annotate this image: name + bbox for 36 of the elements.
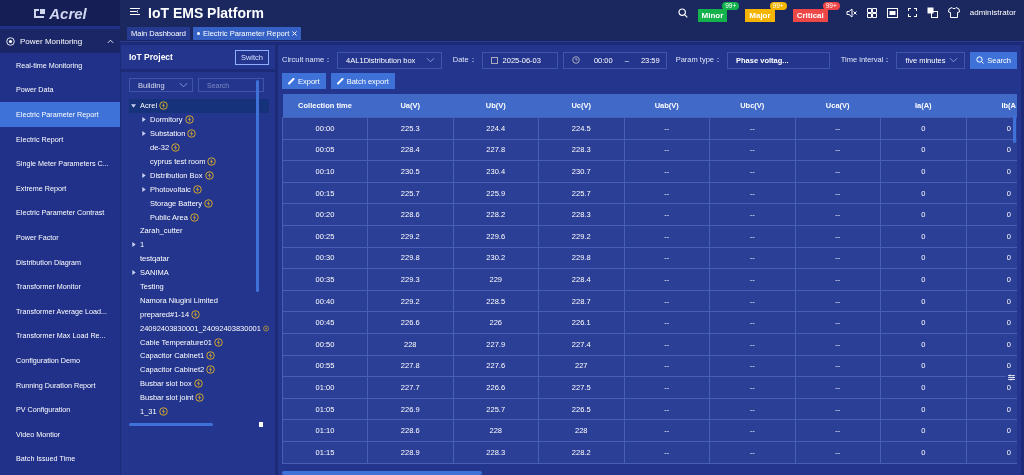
grid-icon[interactable]	[866, 7, 877, 18]
gauge-icon	[6, 36, 15, 46]
caret-icon	[179, 82, 188, 88]
scroll-corner	[259, 422, 263, 428]
scrollbar[interactable]	[1013, 115, 1016, 143]
user-name[interactable]: administrator	[969, 8, 1016, 17]
logo-text: Acrel	[49, 4, 87, 22]
expand-arrow-icon[interactable]	[141, 117, 146, 123]
alarm-badge[interactable]: Critical	[792, 9, 828, 22]
calendar-icon	[490, 56, 498, 64]
scrollbar[interactable]	[256, 80, 259, 292]
expand-arrow-icon[interactable]	[131, 270, 136, 276]
chevron-icon	[107, 38, 114, 44]
shirt-icon[interactable]	[947, 7, 960, 18]
expand-arrow-icon[interactable]	[141, 172, 146, 178]
app-title: IoT EMS Platform	[148, 4, 265, 21]
fullscreen-icon[interactable]	[907, 8, 917, 17]
clock-icon	[571, 56, 580, 64]
translate-icon[interactable]	[926, 7, 938, 18]
panel-title: IoT Project	[129, 52, 173, 62]
expand-arrow-icon[interactable]	[141, 131, 146, 137]
search-icon[interactable]	[677, 7, 688, 18]
expand-arrow-icon[interactable]	[141, 186, 146, 192]
scrollbar[interactable]	[282, 471, 482, 475]
scrollbar[interactable]	[129, 423, 213, 427]
search-icon	[976, 56, 985, 64]
caret-icon	[949, 57, 959, 63]
menu-group[interactable]: Power Monitoring	[0, 29, 120, 53]
menu-icon[interactable]	[130, 8, 140, 17]
screen-icon[interactable]	[886, 7, 898, 18]
logo-icon	[33, 7, 47, 19]
mute-icon[interactable]	[845, 7, 857, 18]
close-icon[interactable]	[292, 30, 298, 36]
expand-arrow-icon[interactable]	[131, 242, 136, 248]
collapse-arrow-icon[interactable]	[131, 103, 136, 108]
caret-icon	[425, 57, 435, 63]
